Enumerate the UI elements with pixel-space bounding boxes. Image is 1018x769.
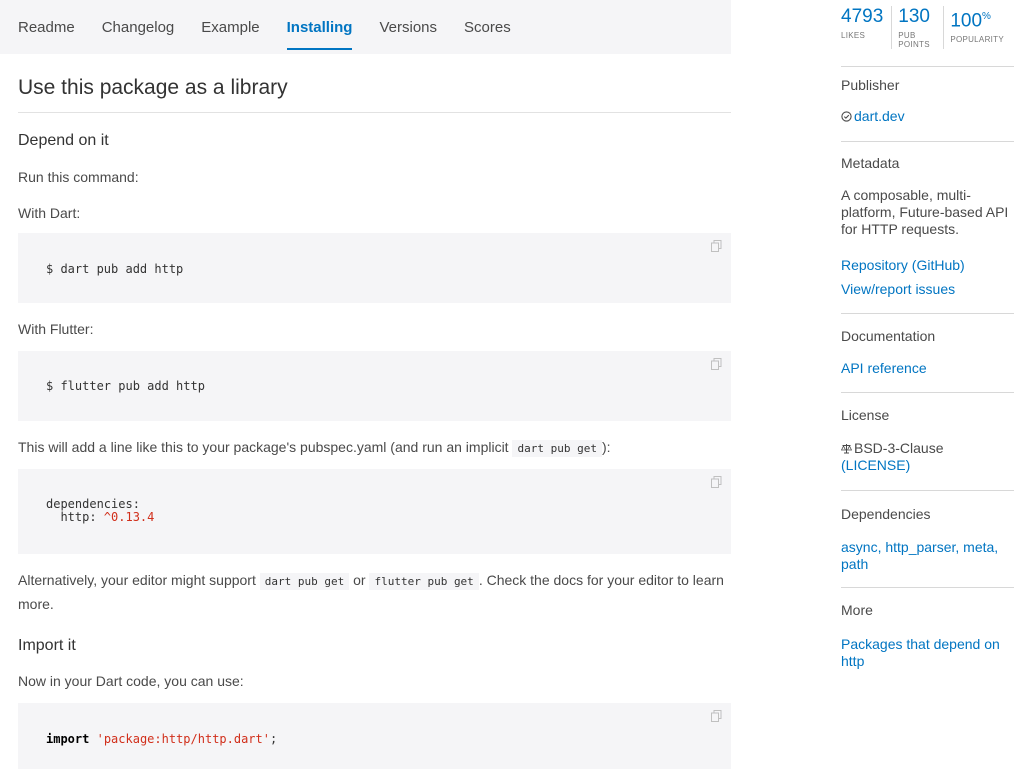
copy-icon[interactable] [711, 710, 722, 722]
likes-stat: 4793 LIKES [841, 6, 893, 49]
popularity-unit: % [982, 11, 991, 22]
divider [841, 587, 1014, 588]
pubspec-code-block: dependencies: http: ^0.13.4 [18, 469, 731, 554]
pub-points-count: 130 [898, 6, 930, 27]
divider [841, 490, 1014, 491]
pub-points-stat: 130 PUB POINTS [898, 6, 945, 49]
documentation-heading: Documentation [841, 328, 936, 344]
dart-command: $ dart pub add http [46, 262, 184, 276]
import-line: import 'package:http/http.dart'; [46, 732, 277, 746]
yaml-key: http: [46, 510, 104, 524]
license-link[interactable]: (LICENSE) [841, 457, 910, 474]
pub-points-label: PUB POINTS [898, 31, 930, 49]
metadata-heading: Metadata [841, 155, 900, 171]
editor-note: Alternatively, your editor might support… [18, 569, 731, 615]
editor-note-or: or [349, 572, 370, 588]
tab-installing[interactable]: Installing [286, 0, 352, 54]
more-heading: More [841, 602, 873, 618]
depend-heading: Depend on it [18, 132, 109, 149]
copy-icon[interactable] [711, 476, 722, 488]
import-code-block: import 'package:http/http.dart'; [18, 703, 731, 769]
editor-note-text: Alternatively, your editor might support [18, 572, 260, 588]
publisher-name: dart.dev [854, 108, 905, 124]
divider [841, 392, 1014, 393]
yaml-http-line: http: ^0.13.4 [46, 510, 154, 524]
publisher-heading: Publisher [841, 77, 900, 93]
dependencies-heading: Dependencies [841, 506, 931, 522]
license-info: BSD-3-Clause [840, 440, 1018, 458]
pubspec-note-text: This will add a line like this to your p… [18, 439, 513, 455]
import-path: 'package:http/http.dart' [96, 732, 270, 746]
tab-scores[interactable]: Scores [464, 0, 511, 54]
likes-label: LIKES [841, 31, 866, 40]
divider [841, 313, 1014, 314]
inline-code: dart pub get [512, 440, 602, 457]
popularity-value: 100% [950, 6, 1004, 32]
popularity-number: 100 [950, 10, 983, 32]
flutter-command-block: $ flutter pub add http [18, 351, 731, 421]
run-command-text: Run this command: [18, 169, 139, 185]
license-heading: License [841, 407, 890, 423]
import-keyword: import [46, 732, 90, 746]
dependents-link[interactable]: Packages that depend on http [841, 636, 1018, 670]
divider [841, 141, 1014, 142]
score-stats[interactable]: 4793 LIKES 130 PUB POINTS 100% POPULARIT… [841, 6, 1018, 49]
import-heading: Import it [18, 637, 76, 654]
publisher-link[interactable]: dart.dev [841, 108, 905, 126]
package-description: A composable, multi-platform, Future-bas… [841, 187, 1009, 237]
copy-icon[interactable] [711, 358, 722, 370]
with-dart-label: With Dart: [18, 205, 81, 221]
pubspec-note-suffix: ): [601, 439, 611, 455]
verified-publisher-icon [841, 109, 852, 126]
yaml-dependencies: dependencies: [46, 497, 140, 511]
inline-code: dart pub get [259, 573, 350, 590]
popularity-stat: 100% POPULARITY [950, 6, 1012, 49]
license-name: BSD-3-Clause [854, 440, 944, 456]
copy-icon[interactable] [711, 240, 722, 252]
import-text: Now in your Dart code, you can use: [18, 673, 244, 689]
divider [841, 66, 1014, 67]
balance-scale-icon [840, 441, 853, 458]
flutter-command: $ flutter pub add http [46, 379, 205, 393]
tab-bar: Readme Changelog Example Installing Vers… [0, 0, 731, 54]
with-flutter-label: With Flutter: [18, 321, 94, 337]
tab-changelog[interactable]: Changelog [102, 0, 175, 54]
dart-command-block: $ dart pub add http [18, 233, 731, 303]
yaml-version: ^0.13.4 [103, 510, 155, 524]
issues-link[interactable]: View/report issues [841, 281, 955, 298]
dependencies-links[interactable]: async, http_parser, meta, path [841, 539, 1018, 573]
repository-link[interactable]: Repository (GitHub) [841, 257, 965, 274]
popularity-label: POPULARITY [950, 35, 1004, 45]
page-title: Use this package as a library [18, 76, 731, 113]
tab-versions[interactable]: Versions [379, 0, 437, 54]
inline-code: flutter pub get [369, 573, 479, 590]
tab-readme[interactable]: Readme [18, 0, 75, 54]
likes-count: 4793 [841, 6, 884, 27]
tab-example[interactable]: Example [201, 0, 259, 54]
import-semicolon: ; [269, 732, 278, 746]
pubspec-note: This will add a line like this to your p… [18, 436, 611, 460]
api-reference-link[interactable]: API reference [841, 360, 927, 377]
